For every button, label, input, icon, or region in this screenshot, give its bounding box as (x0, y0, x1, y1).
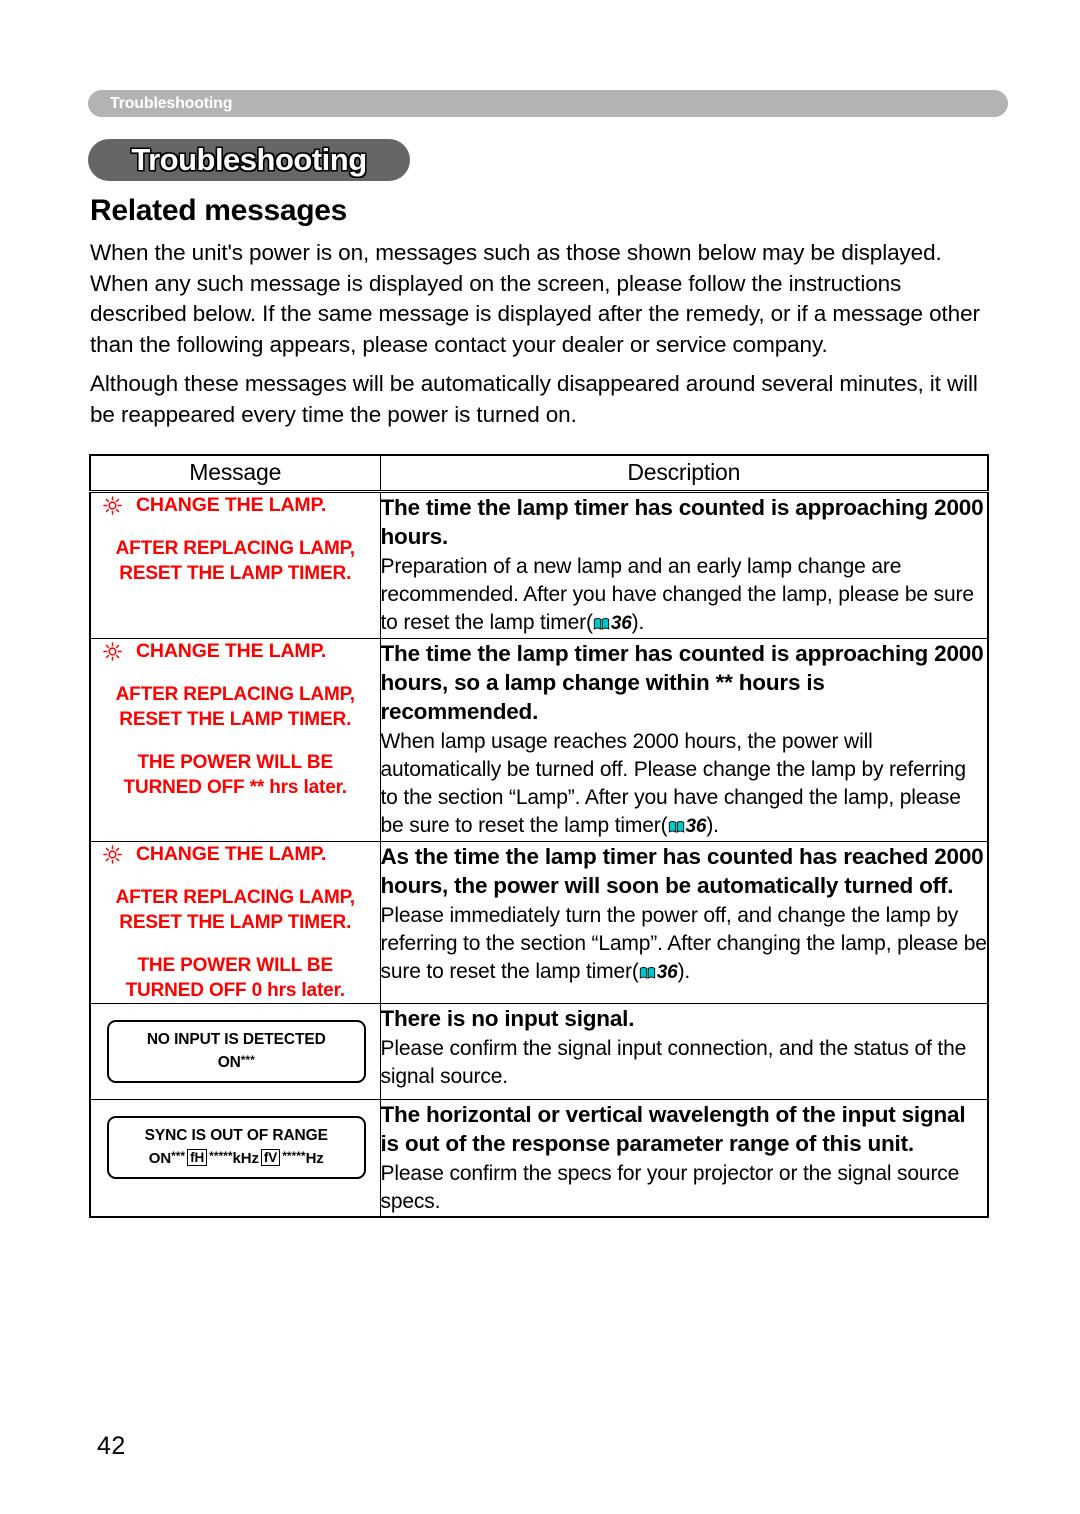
running-header: Troubleshooting (88, 90, 1008, 117)
intro-text: When the unit's power is on, messages su… (90, 238, 990, 439)
description-body: Please confirm the signal input connecti… (380, 1037, 967, 1088)
table-header: Message Description (89, 454, 989, 492)
description-headline: The horizontal or vertical wavelength of… (380, 1102, 966, 1156)
book-icon (639, 960, 656, 979)
osd-message-box: NO INPUT IS DETECTED ON*** (107, 1020, 366, 1083)
related-messages-table: Message Description CHANGE THE LAMP. AFT… (89, 454, 989, 1218)
description-body: Please confirm the specs for your projec… (380, 1162, 960, 1213)
page-reference-number: 36 (685, 816, 707, 837)
lamp-alert-line: CHANGE THE LAMP. (91, 842, 380, 867)
message-block-secondary: AFTER REPLACING LAMP, RESET THE LAMP TIM… (91, 885, 380, 935)
table-row: SYNC IS OUT OF RANGE ON*** fH *****kHz fV **… (89, 1099, 989, 1218)
book-icon (593, 611, 610, 630)
lamp-sun-icon (103, 496, 122, 515)
message-cell: SYNC IS OUT OF RANGE ON*** fH *****kHz fV **… (89, 1099, 381, 1218)
osd-on-value: *** (240, 1053, 255, 1067)
table-row: CHANGE THE LAMP. AFTER REPLACING LAMP, R… (89, 841, 989, 1004)
page: Troubleshooting Troubleshooting Related … (0, 0, 1080, 1514)
osd-line-2: ON*** (115, 1050, 358, 1073)
message-line: RESET THE LAMP TIMER. (119, 912, 352, 933)
message-cell: CHANGE THE LAMP. AFTER REPLACING LAMP, R… (89, 490, 381, 639)
message-block-tertiary: THE POWER WILL BE TURNED OFF ** hrs late… (91, 750, 380, 800)
osd-message-box: SYNC IS OUT OF RANGE ON*** fH *****kHz fV **… (107, 1116, 366, 1179)
book-icon (668, 814, 685, 833)
page-reference: 36). (668, 812, 719, 841)
message-line: THE POWER WILL BE (137, 955, 334, 976)
osd-hz-unit: Hz (305, 1150, 324, 1167)
page-reference-suffix: ). (677, 960, 691, 983)
lamp-sun-icon (103, 642, 122, 661)
osd-on-label: ON (217, 1054, 241, 1071)
description-body: When lamp usage reaches 2000 hours, the … (381, 728, 988, 841)
description-body-text: Preparation of a new lamp and an early l… (380, 555, 975, 634)
description-headline: As the time the lamp timer has counted h… (380, 844, 984, 898)
page-reference: 36). (593, 609, 644, 638)
table-row: NO INPUT IS DETECTED ON*** There is no i… (89, 1003, 989, 1100)
page-reference: 36). (639, 958, 690, 987)
description-headline: The time the lamp timer has counted is a… (380, 495, 984, 549)
lamp-alert-line: CHANGE THE LAMP. (91, 639, 380, 664)
description-body: Please immediately turn the power off, a… (381, 902, 988, 987)
message-line-primary: CHANGE THE LAMP. (136, 640, 327, 662)
column-header-message: Message (89, 454, 381, 492)
description-body: Preparation of a new lamp and an early l… (381, 553, 988, 638)
intro-paragraph-1: When the unit's power is on, messages su… (90, 240, 980, 357)
message-line-primary: CHANGE THE LAMP. (136, 494, 327, 516)
description-headline: The time the lamp timer has counted is a… (380, 641, 984, 724)
message-line: RESET THE LAMP TIMER. (119, 709, 352, 730)
message-line: THE POWER WILL BE (137, 752, 334, 773)
osd-line-1: NO INPUT IS DETECTED (146, 1031, 326, 1048)
page-reference-number: 36 (610, 613, 632, 634)
page-reference-suffix: ). (631, 611, 645, 634)
intro-paragraph-2: Although these messages will be automati… (90, 371, 978, 427)
osd-khz-unit: kHz (232, 1150, 259, 1167)
message-line: TURNED OFF ** hrs later. (123, 777, 348, 798)
chapter-title-label: Troubleshooting (131, 142, 367, 177)
message-line-primary: CHANGE THE LAMP. (136, 843, 327, 865)
table-row: CHANGE THE LAMP. AFTER REPLACING LAMP, R… (89, 638, 989, 842)
message-block-secondary: AFTER REPLACING LAMP, RESET THE LAMP TIM… (91, 682, 380, 732)
message-block-tertiary: THE POWER WILL BE TURNED OFF 0 hrs later… (91, 953, 380, 1003)
message-block-secondary: AFTER REPLACING LAMP, RESET THE LAMP TIM… (91, 536, 380, 586)
description-cell: As the time the lamp timer has counted h… (379, 841, 989, 1004)
page-reference-suffix: ). (706, 814, 719, 837)
message-line: TURNED OFF 0 hrs later. (125, 980, 345, 1001)
running-header-label: Troubleshooting (110, 95, 233, 112)
osd-hz-value: ***** (282, 1149, 306, 1163)
description-cell: The time the lamp timer has counted is a… (379, 490, 989, 639)
osd-line-2: ON*** fH *****kHz fV *****Hz (115, 1146, 358, 1169)
chapter-title-pill: Troubleshooting (88, 139, 410, 181)
osd-on-value: *** (171, 1149, 186, 1163)
message-line: AFTER REPLACING LAMP, (115, 538, 355, 559)
page-reference-number: 36 (656, 962, 678, 983)
description-cell: The horizontal or vertical wavelength of… (379, 1099, 989, 1218)
description-cell: The time the lamp timer has counted is a… (379, 638, 989, 842)
table-row: CHANGE THE LAMP. AFTER REPLACING LAMP, R… (89, 490, 989, 639)
message-cell: NO INPUT IS DETECTED ON*** (89, 1003, 381, 1100)
lamp-sun-icon (103, 845, 122, 864)
column-header-description: Description (379, 454, 989, 492)
lamp-alert-line: CHANGE THE LAMP. (91, 493, 380, 518)
message-cell: CHANGE THE LAMP. AFTER REPLACING LAMP, R… (89, 841, 381, 1004)
message-line: AFTER REPLACING LAMP, (115, 684, 355, 705)
message-line: RESET THE LAMP TIMER. (119, 563, 352, 584)
description-cell: There is no input signal. Please confirm… (379, 1003, 989, 1100)
osd-on-label: ON (148, 1150, 172, 1167)
page-number: 42 (97, 1432, 126, 1460)
message-line: AFTER REPLACING LAMP, (115, 887, 355, 908)
fh-tag-icon: fH (187, 1149, 208, 1166)
fv-tag-icon: fV (260, 1149, 281, 1166)
message-cell: CHANGE THE LAMP. AFTER REPLACING LAMP, R… (89, 638, 381, 842)
osd-khz-value: ***** (209, 1149, 233, 1163)
section-heading: Related messages (90, 194, 348, 227)
osd-line-1: SYNC IS OUT OF RANGE (144, 1127, 328, 1144)
description-headline: There is no input signal. (380, 1006, 635, 1031)
